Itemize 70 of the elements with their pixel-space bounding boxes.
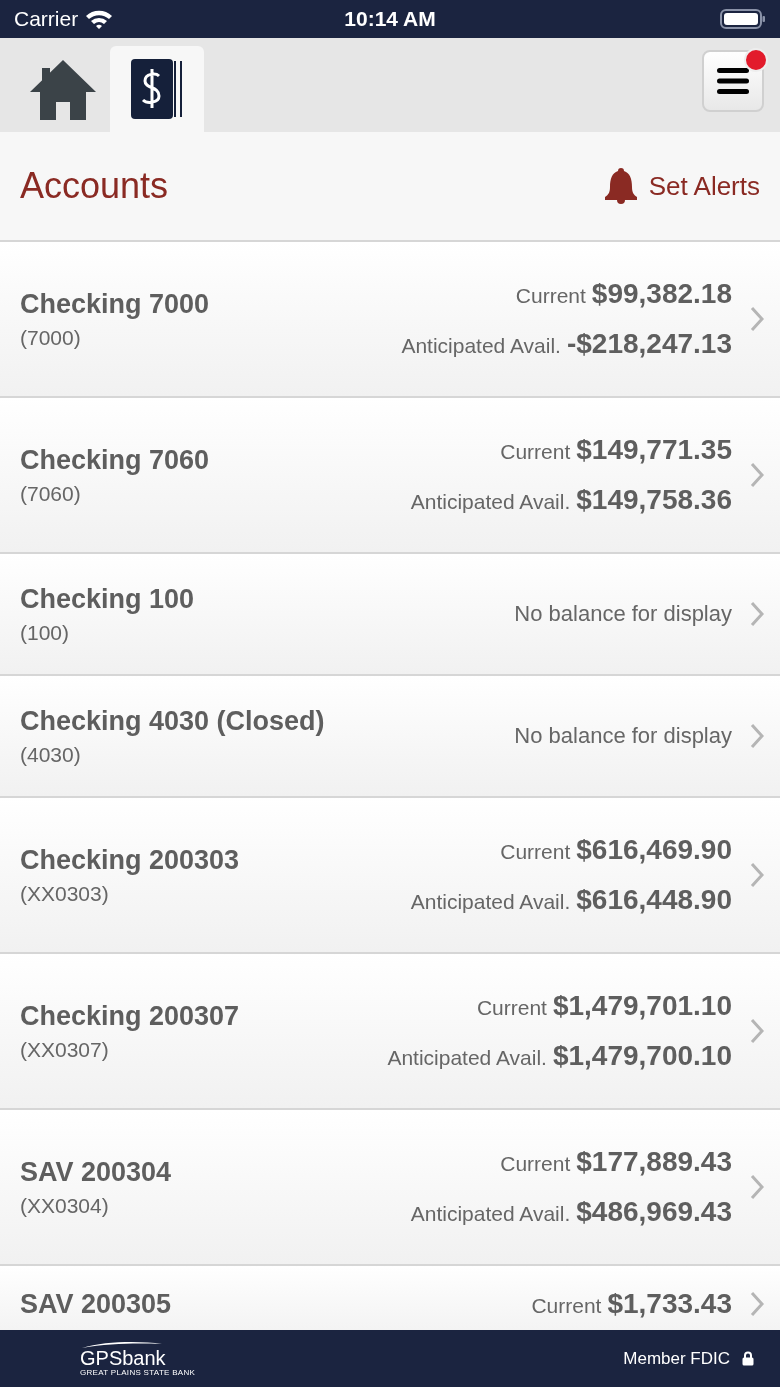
balance-amount: $1,479,700.10 [552, 1040, 732, 1072]
account-name: Checking 7000 [20, 288, 211, 320]
no-balance-note: No balance for display [514, 601, 732, 627]
balance-label: Current [500, 1152, 571, 1176]
dollar-cards-icon [129, 58, 185, 120]
balance-amount: $99,382.18 [591, 278, 732, 310]
balance-label: Anticipated Avail. [410, 490, 571, 514]
nav-tab[interactable] [110, 46, 204, 132]
balance-amount: $149,771.35 [576, 434, 732, 466]
chevron-icon [750, 1174, 764, 1200]
balance-label: Anticipated Avail. [387, 1046, 547, 1070]
account-row[interactable]: Checking 200303 (XX0303) Current $616,469.90 Anticipated Avail. $616,448.90 [0, 798, 780, 954]
menu-icon [717, 68, 749, 94]
account-name: SAV 200305 [20, 1288, 173, 1320]
chevron-icon [750, 862, 764, 888]
bank-logo: GPSbank [80, 1347, 166, 1368]
page-title: Accounts [20, 165, 169, 207]
balance-amount: $616,448.90 [576, 884, 732, 916]
balance-label: Anticipated Avail. [410, 890, 571, 914]
account-number: (XX0304) [20, 1193, 110, 1218]
home-icon [28, 58, 98, 120]
chevron-icon [750, 462, 764, 488]
account-number: (XX0303) [20, 881, 110, 906]
account-row[interactable]: SAV 200305 Current $1,733.43 [0, 1266, 780, 1330]
account-row[interactable]: Checking 7060 (7060) Current $149,771.35 Anticipated Avail. $149,758.36 [0, 398, 780, 554]
account-row[interactable]: SAV 200304 (XX0304) Current $177,889.43 Anticipated Avail. $486,969.43 [0, 1110, 780, 1266]
chevron-icon [750, 1291, 764, 1317]
lock-icon [742, 1351, 754, 1366]
chevron-icon [750, 601, 764, 627]
account-name: Checking 200307 [20, 1000, 241, 1032]
balance-label: Anticipated Avail. [410, 1202, 571, 1226]
account-row[interactable]: Checking 100 (100) No balance for display [0, 554, 780, 676]
balance-amount: $177,889.43 [576, 1146, 732, 1178]
wifi-icon [84, 8, 115, 30]
bank-tagline: GREAT PLAINS STATE BANK [80, 1368, 196, 1377]
account-number: (7000) [20, 325, 82, 350]
balance-label: Current [500, 840, 571, 864]
clock-time: 10:14 AM [344, 7, 436, 31]
account-name: SAV 200304 [20, 1156, 173, 1188]
balance-label: Current [476, 996, 547, 1020]
battery-icon [720, 8, 766, 30]
account-number: (4030) [20, 742, 82, 767]
balance-amount: $1,479,701.10 [552, 990, 732, 1022]
balance-amount: $616,469.90 [576, 834, 732, 866]
member-fdic-label: Member FDIC [623, 1348, 730, 1369]
balance-amount: $149,758.36 [576, 484, 732, 516]
chevron-icon [750, 306, 764, 332]
account-name: Checking 100 [20, 583, 196, 615]
account-name: Checking 200303 [20, 844, 241, 876]
account-number: (XX0307) [20, 1037, 110, 1062]
chevron-icon [750, 1018, 764, 1044]
account-row[interactable]: Checking 7000 (7000) Current $99,382.18 Anticipated Avail. -$218,247.13 [0, 242, 780, 398]
account-name: Checking 7060 [20, 444, 211, 476]
balance-label: Current [531, 1294, 602, 1318]
account-row[interactable]: Checking 4030 (Closed) (4030) No balance for display [0, 676, 780, 798]
account-number: (7060) [20, 481, 82, 506]
balance-label: Current [500, 440, 571, 464]
bell-icon [602, 167, 639, 205]
account-row[interactable]: Checking 200307 (XX0307) Current $1,479,701.10 Anticipated Avail. $1,479,700.10 [0, 954, 780, 1110]
chevron-icon [750, 723, 764, 749]
balance-amount: $1,733.43 [607, 1288, 732, 1320]
balance-label: Anticipated Avail. [401, 334, 561, 358]
no-balance-note: No balance for display [514, 723, 732, 749]
balance-label: Current [515, 284, 586, 308]
balance-amount: $486,969.43 [576, 1196, 732, 1228]
balance-amount: -$218,247.13 [566, 328, 732, 360]
set-alerts-button[interactable]: Set Alerts [602, 167, 760, 205]
account-name: Checking 4030 (Closed) [20, 705, 326, 737]
carrier-label: Carrier [14, 7, 79, 31]
account-number: (100) [20, 620, 71, 645]
